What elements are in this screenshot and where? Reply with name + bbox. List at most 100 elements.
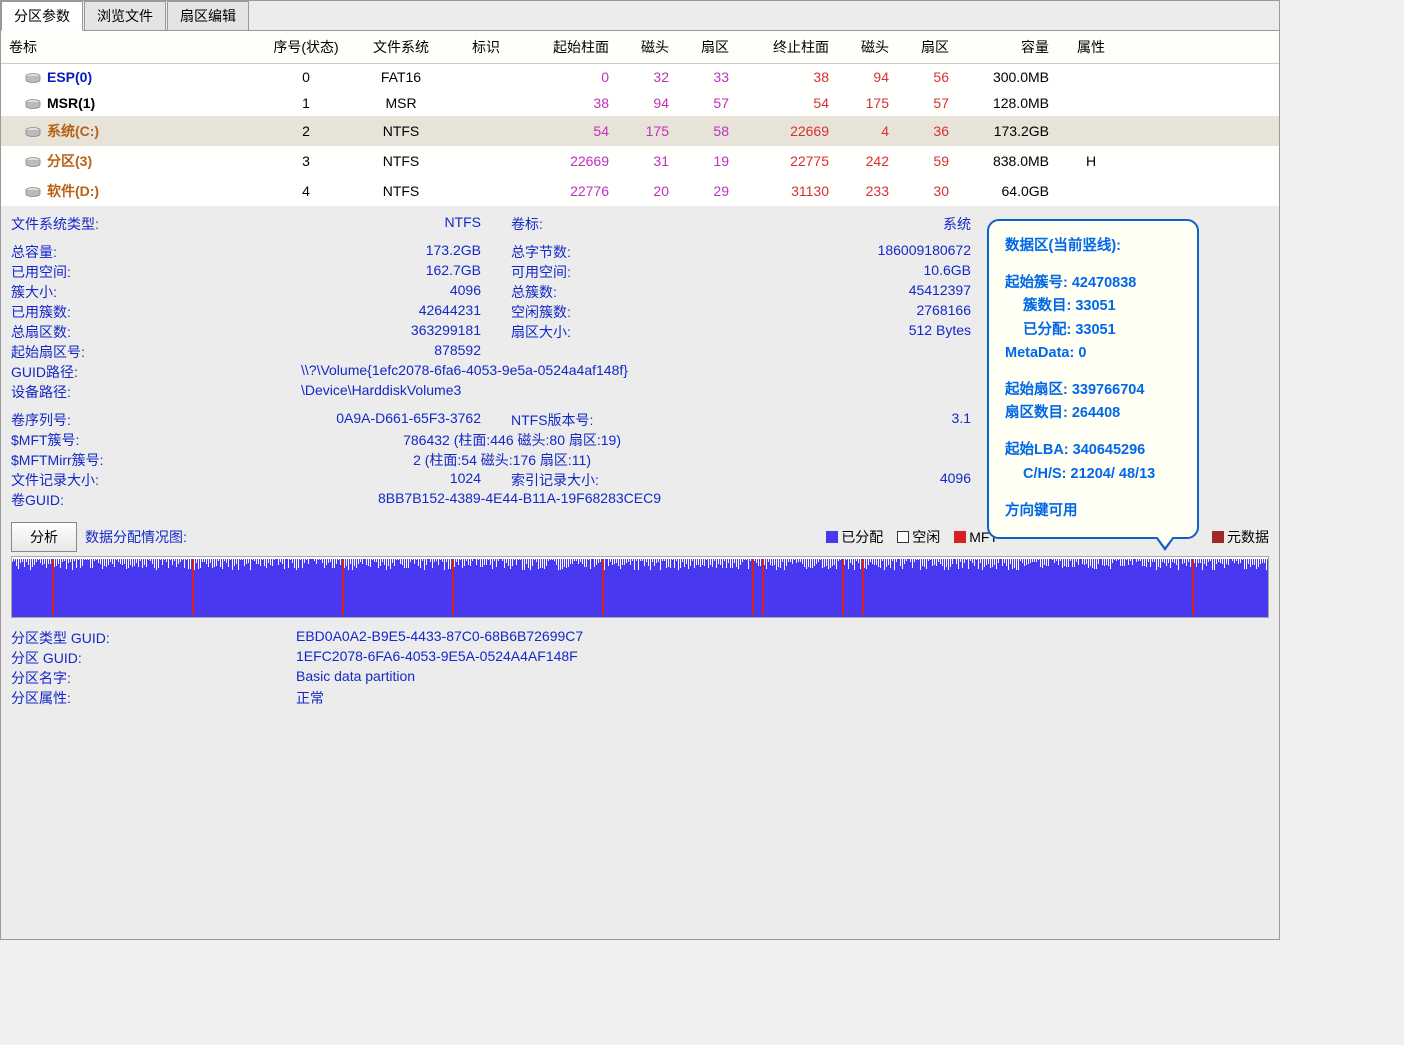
tt-metadata: MetaData: 0 xyxy=(1005,342,1181,365)
cell-start-sector: 19 xyxy=(681,146,741,176)
th-start-cyl[interactable]: 起始柱面 xyxy=(521,31,621,64)
table-row[interactable]: ESP(0)0FAT1603233389456300.0MB xyxy=(1,64,1279,91)
th-volume[interactable]: 卷标 xyxy=(1,31,261,64)
cell-end-head: 4 xyxy=(841,116,901,146)
cell-end-cyl: 31130 xyxy=(741,176,841,206)
cell-end-sector: 59 xyxy=(901,146,961,176)
volume-name: MSR(1) xyxy=(47,95,95,111)
val-partition-attr: 正常 xyxy=(296,688,324,708)
cell-fs: NTFS xyxy=(351,176,451,206)
tab-partition-params[interactable]: 分区参数 xyxy=(1,1,83,31)
val-total-clusters: 45412397 xyxy=(761,282,971,302)
th-fs[interactable]: 文件系统 xyxy=(351,31,451,64)
tt-sector-count: 扇区数目: 264408 xyxy=(1005,402,1181,425)
lbl-guid-path: GUID路径: xyxy=(11,362,281,382)
volume-name: 软件(D:) xyxy=(47,183,99,199)
val-total-bytes: 186009180672 xyxy=(761,242,971,262)
val-mft-cluster: 786432 (柱面:446 磁头:80 扇区:19) xyxy=(161,430,621,450)
th-attr[interactable]: 属性 xyxy=(1061,31,1121,64)
cell-start-head: 31 xyxy=(621,146,681,176)
table-row[interactable]: 系统(C:)2NTFS541755822669436173.2GB xyxy=(1,116,1279,146)
cell-end-cyl: 22669 xyxy=(741,116,841,146)
tt-chs: C/H/S: 21204/ 48/13 xyxy=(1005,463,1181,486)
th-sector2[interactable]: 扇区 xyxy=(901,31,961,64)
th-end-cyl[interactable]: 终止柱面 xyxy=(741,31,841,64)
val-used-clusters: 42644231 xyxy=(281,302,481,322)
data-region-tooltip: 数据区(当前竖线): 起始簇号: 42470838 簇数目: 33051 已分配… xyxy=(987,219,1199,539)
th-capacity[interactable]: 容量 xyxy=(961,31,1061,64)
cell-start-sector: 58 xyxy=(681,116,741,146)
volume-name: 系统(C:) xyxy=(47,123,99,139)
cell-start-head: 94 xyxy=(621,90,681,116)
lbl-cluster-size: 簇大小: xyxy=(11,282,281,302)
val-cluster-size: 4096 xyxy=(281,282,481,302)
cell-start-cyl: 0 xyxy=(521,64,621,91)
cell-attr xyxy=(1061,64,1121,91)
th-head2[interactable]: 磁头 xyxy=(841,31,901,64)
cell-start-sector: 57 xyxy=(681,90,741,116)
lbl-device-path: 设备路径: xyxy=(11,382,281,402)
lbl-partition-type-guid: 分区类型 GUID: xyxy=(11,628,296,648)
tab-browse-files[interactable]: 浏览文件 xyxy=(84,1,166,30)
val-volume-guid: 8BB7B152-4389-4E44-B11A-19F68283CEC9 xyxy=(161,490,661,510)
lbl-partition-attr: 分区属性: xyxy=(11,688,296,708)
tt-start-sector: 起始扇区: 339766704 xyxy=(1005,379,1181,402)
val-total-sectors: 363299181 xyxy=(281,322,481,342)
val-mftmirr-cluster: 2 (柱面:54 磁头:176 扇区:11) xyxy=(161,450,591,470)
lbl-total-sectors: 总扇区数: xyxy=(11,322,281,342)
th-flag[interactable]: 标识 xyxy=(451,31,521,64)
cell-flag xyxy=(451,116,521,146)
cell-attr xyxy=(1061,90,1121,116)
cell-end-head: 242 xyxy=(841,146,901,176)
cell-capacity: 128.0MB xyxy=(961,90,1061,116)
lbl-free-space: 可用空间: xyxy=(511,262,761,282)
lbl-index-record-size: 索引记录大小: xyxy=(511,470,761,490)
lbl-volume-label: 卷标: xyxy=(511,214,761,234)
lbl-used-space: 已用空间: xyxy=(11,262,281,282)
allocation-graph[interactable] xyxy=(11,556,1269,618)
disk-icon xyxy=(25,187,41,197)
allocation-graph-title: 数据分配情况图: xyxy=(85,527,187,547)
cell-index: 4 xyxy=(261,176,351,206)
th-sector[interactable]: 扇区 xyxy=(681,31,741,64)
cell-capacity: 300.0MB xyxy=(961,64,1061,91)
cell-capacity: 64.0GB xyxy=(961,176,1061,206)
table-row[interactable]: 软件(D:)4NTFS227762029311302333064.0GB xyxy=(1,176,1279,206)
lbl-sector-size: 扇区大小: xyxy=(511,322,761,342)
tt-allocated: 已分配: 33051 xyxy=(1005,319,1181,342)
lbl-total-bytes: 总字节数: xyxy=(511,242,761,262)
lbl-file-record-size: 文件记录大小: xyxy=(11,470,281,490)
table-row[interactable]: MSR(1)1MSR3894575417557128.0MB xyxy=(1,90,1279,116)
tab-sector-edit[interactable]: 扇区编辑 xyxy=(167,1,249,30)
table-row[interactable]: 分区(3)3NTFS2266931192277524259838.0MBH xyxy=(1,146,1279,176)
lbl-mftmirr-cluster: $MFTMirr簇号: xyxy=(11,450,161,470)
legend-free: 空闲 xyxy=(897,527,940,547)
cell-end-cyl: 22775 xyxy=(741,146,841,176)
cell-capacity: 173.2GB xyxy=(961,116,1061,146)
cell-start-cyl: 54 xyxy=(521,116,621,146)
tt-cluster-count: 簇数目: 33051 xyxy=(1005,295,1181,318)
cell-index: 1 xyxy=(261,90,351,116)
cell-flag xyxy=(451,176,521,206)
cell-flag xyxy=(451,64,521,91)
cell-end-head: 233 xyxy=(841,176,901,206)
legend-metadata: 元数据 xyxy=(1212,527,1269,547)
cell-index: 3 xyxy=(261,146,351,176)
th-head[interactable]: 磁头 xyxy=(621,31,681,64)
lbl-fs-type: 文件系统类型: xyxy=(11,214,281,234)
table-header-row: 卷标 序号(状态) 文件系统 标识 起始柱面 磁头 扇区 终止柱面 磁头 扇区 … xyxy=(1,31,1279,64)
cell-fs: NTFS xyxy=(351,146,451,176)
th-index[interactable]: 序号(状态) xyxy=(261,31,351,64)
tab-bar: 分区参数 浏览文件 扇区编辑 xyxy=(1,1,1279,31)
val-partition-name: Basic data partition xyxy=(296,668,415,688)
cell-start-sector: 33 xyxy=(681,64,741,91)
val-volume-label: 系统 xyxy=(761,214,971,234)
legend-allocated: 已分配 xyxy=(826,527,883,547)
cell-end-sector: 57 xyxy=(901,90,961,116)
disk-partition-panel: 分区参数 浏览文件 扇区编辑 卷标 序号(状态) 文件系统 标识 起始柱面 磁头… xyxy=(0,0,1280,940)
analyze-button[interactable]: 分析 xyxy=(11,522,77,552)
lbl-total-capacity: 总容量: xyxy=(11,242,281,262)
val-ntfs-version: 3.1 xyxy=(761,410,971,430)
val-partition-type-guid: EBD0A0A2-B9E5-4433-87C0-68B6B72699C7 xyxy=(296,628,583,648)
cell-start-head: 32 xyxy=(621,64,681,91)
